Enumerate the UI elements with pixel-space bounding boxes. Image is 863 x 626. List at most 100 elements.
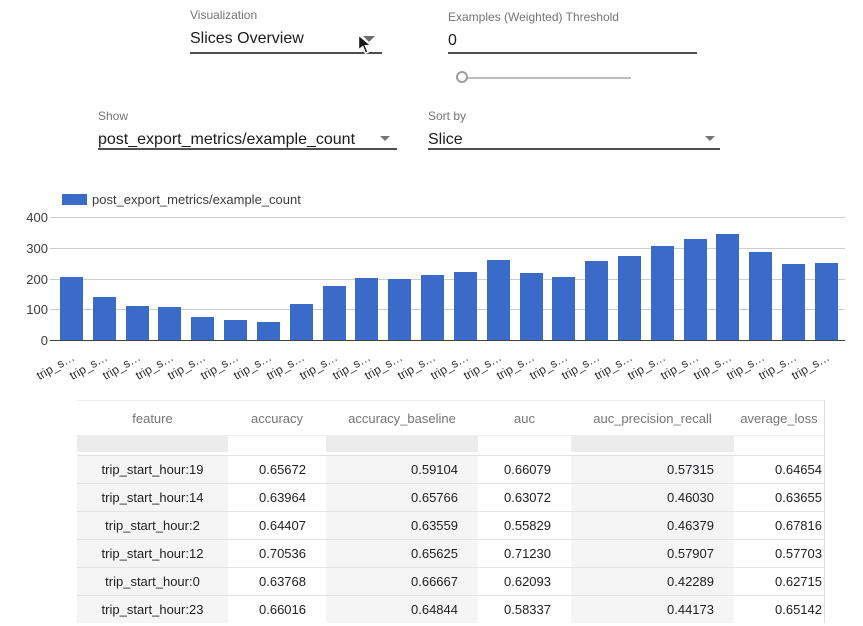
bar[interactable] xyxy=(290,304,313,340)
threshold-underline xyxy=(448,52,697,54)
bar[interactable] xyxy=(782,264,805,340)
metric-cell: 0.59104 xyxy=(326,455,478,483)
bar[interactable] xyxy=(388,279,411,340)
feature-cell: trip_start_hour:12 xyxy=(77,539,228,567)
bar[interactable] xyxy=(93,297,116,340)
bar[interactable] xyxy=(552,277,575,340)
bar[interactable] xyxy=(257,322,280,340)
column-header-accuracy_baseline[interactable]: accuracy_baseline xyxy=(326,401,478,436)
feature-cell: trip_start_hour:23 xyxy=(77,595,228,623)
bar[interactable] xyxy=(323,286,346,340)
show-value[interactable]: post_export_metrics/example_count xyxy=(98,130,397,150)
sortby-underline xyxy=(428,148,720,150)
filter-row xyxy=(77,436,824,455)
filter-cell xyxy=(478,436,571,455)
bar[interactable] xyxy=(749,252,772,340)
bar[interactable] xyxy=(651,246,674,340)
bar[interactable] xyxy=(454,272,477,340)
sortby-dropdown[interactable]: Sort by Slice xyxy=(428,109,720,150)
metric-cell: 0.65672 xyxy=(228,455,326,483)
threshold-input[interactable]: Examples (Weighted) Threshold 0 xyxy=(448,10,697,51)
x-tick-label: trip_s… xyxy=(789,350,832,383)
y-tick-label: 100 xyxy=(8,302,48,317)
bar[interactable] xyxy=(585,261,608,340)
bar[interactable] xyxy=(158,307,181,340)
filter-cell xyxy=(326,436,478,455)
table-row[interactable]: trip_start_hour:230.660160.648440.583370… xyxy=(77,595,824,623)
chevron-down-icon[interactable] xyxy=(380,136,390,141)
metric-cell: 0.63964 xyxy=(228,483,326,511)
table-header-row: featureaccuracyaccuracy_baselineaucauc_p… xyxy=(77,401,824,436)
y-tick-label: 400 xyxy=(8,210,48,225)
bar[interactable] xyxy=(224,320,247,340)
bar[interactable] xyxy=(191,317,214,340)
table-row[interactable]: trip_start_hour:190.656720.591040.660790… xyxy=(77,455,824,483)
column-header-accuracy[interactable]: accuracy xyxy=(228,401,326,436)
column-header-auc[interactable]: auc xyxy=(478,401,571,436)
visualization-value[interactable]: Slices Overview xyxy=(190,29,382,49)
y-tick-label: 300 xyxy=(8,241,48,256)
metric-cell: 0.64654 xyxy=(734,455,824,483)
metric-cell: 0.62715 xyxy=(734,567,824,595)
filter-cell xyxy=(734,436,824,455)
bar[interactable] xyxy=(487,260,510,340)
metric-cell: 0.46030 xyxy=(571,483,734,511)
table-row[interactable]: trip_start_hour:00.637680.666670.620930.… xyxy=(77,567,824,595)
metric-cell: 0.65625 xyxy=(326,539,478,567)
chevron-down-icon[interactable] xyxy=(705,136,715,141)
metric-cell: 0.65766 xyxy=(326,483,478,511)
bar[interactable] xyxy=(716,234,739,340)
metric-cell: 0.63655 xyxy=(734,483,824,511)
table-row[interactable]: trip_start_hour:120.705360.656250.712300… xyxy=(77,539,824,567)
threshold-slider-track[interactable] xyxy=(456,77,631,79)
metrics-table: featureaccuracyaccuracy_baselineaucauc_p… xyxy=(77,401,824,623)
metric-cell: 0.65142 xyxy=(734,595,824,623)
filter-cell xyxy=(77,436,228,455)
metric-cell: 0.71230 xyxy=(478,539,571,567)
legend-swatch xyxy=(62,194,87,205)
metric-cell: 0.63072 xyxy=(478,483,571,511)
threshold-slider-knob[interactable] xyxy=(456,71,468,83)
bar[interactable] xyxy=(520,273,543,340)
sortby-value[interactable]: Slice xyxy=(428,130,720,150)
metric-cell: 0.62093 xyxy=(478,567,571,595)
y-tick-label: 200 xyxy=(8,272,48,287)
y-tick-label: 0 xyxy=(8,333,48,348)
filter-cell xyxy=(228,436,326,455)
column-header-average_loss[interactable]: average_loss xyxy=(734,401,824,436)
threshold-value[interactable]: 0 xyxy=(448,31,697,51)
show-dropdown[interactable]: Show post_export_metrics/example_count xyxy=(98,109,397,150)
metric-cell: 0.64844 xyxy=(326,595,478,623)
metric-cell: 0.63559 xyxy=(326,511,478,539)
metric-cell: 0.66079 xyxy=(478,455,571,483)
legend-label: post_export_metrics/example_count xyxy=(92,192,301,207)
visualization-dropdown[interactable]: Visualization Slices Overview xyxy=(190,8,382,49)
show-label: Show xyxy=(98,109,397,123)
sortby-label: Sort by xyxy=(428,109,720,123)
bar[interactable] xyxy=(126,306,149,340)
visualization-underline xyxy=(190,52,382,54)
metric-cell: 0.57907 xyxy=(571,539,734,567)
metric-cell: 0.57703 xyxy=(734,539,824,567)
bar[interactable] xyxy=(618,256,641,340)
column-header-auc_precision_recall[interactable]: auc_precision_recall xyxy=(571,401,734,436)
feature-cell: trip_start_hour:2 xyxy=(77,511,228,539)
metric-cell: 0.66016 xyxy=(228,595,326,623)
metric-cell: 0.42289 xyxy=(571,567,734,595)
visualization-label: Visualization xyxy=(190,8,382,22)
feature-cell: trip_start_hour:19 xyxy=(77,455,228,483)
metric-cell: 0.44173 xyxy=(571,595,734,623)
metric-cell: 0.57315 xyxy=(571,455,734,483)
bar[interactable] xyxy=(815,263,838,340)
table-row[interactable]: trip_start_hour:140.639640.657660.630720… xyxy=(77,483,824,511)
bar[interactable] xyxy=(421,275,444,340)
mouse-cursor-icon xyxy=(357,34,373,61)
feature-cell: trip_start_hour:0 xyxy=(77,567,228,595)
bar[interactable] xyxy=(60,277,83,340)
bar[interactable] xyxy=(355,278,378,340)
bar[interactable] xyxy=(684,239,707,340)
x-axis-line xyxy=(50,340,845,341)
column-header-feature[interactable]: feature xyxy=(77,401,228,436)
metric-cell: 0.67816 xyxy=(734,511,824,539)
table-row[interactable]: trip_start_hour:20.644070.635590.558290.… xyxy=(77,511,824,539)
